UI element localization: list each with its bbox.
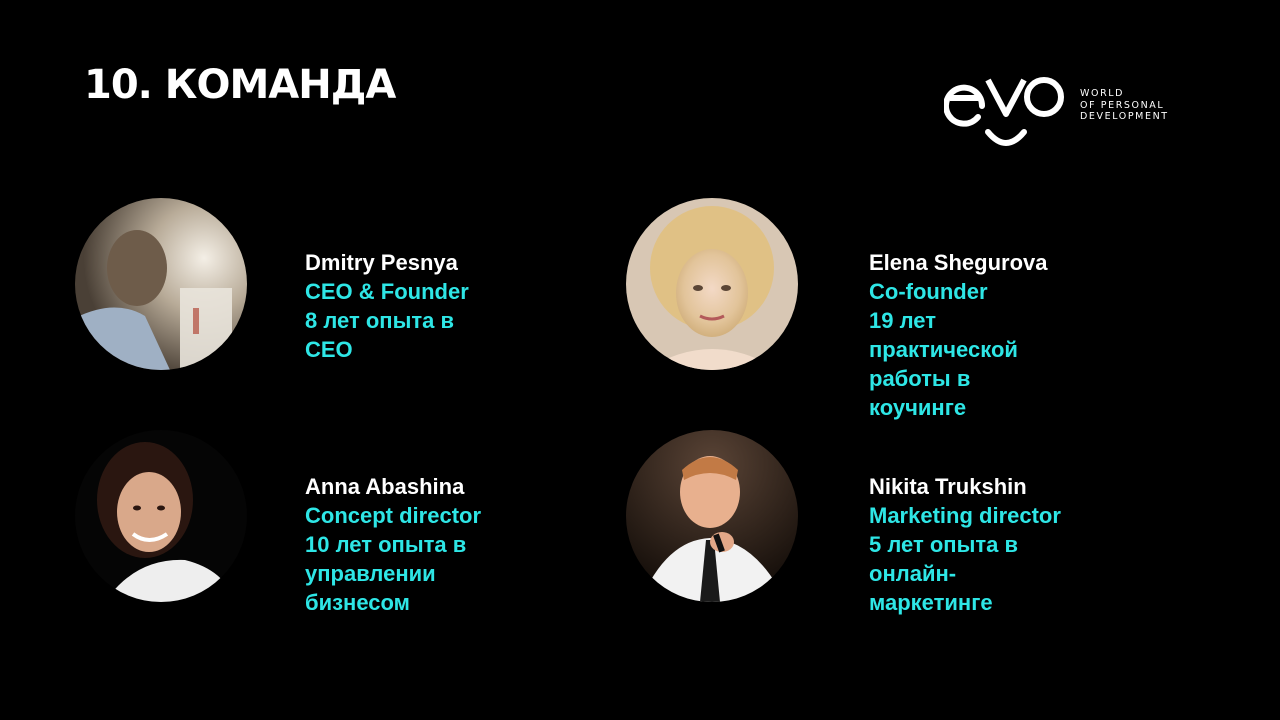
logo-tagline-line: OF PERSONAL (1080, 99, 1165, 111)
member-experience: 8 лет опыта в CEO (305, 308, 455, 362)
member-experience: 10 лет опыта в управлении бизнесом (305, 532, 467, 615)
member-name: Elena Shegurova (869, 250, 1048, 275)
slide: 10. КОМАНДА WORLD OF PERSONAL DEVELOPMEN… (0, 0, 1280, 720)
evo-logo: WORLD OF PERSONAL DEVELOPMENT (944, 70, 1184, 154)
member-info: Nikita Trukshin Marketing director 5 лет… (869, 472, 1061, 617)
member-role: CEO & Founder (305, 279, 469, 304)
person-photo-icon (626, 198, 798, 370)
page-title: 10. КОМАНДА (84, 62, 396, 108)
logo-tagline: WORLD OF PERSONAL DEVELOPMENT (1080, 88, 1169, 123)
member-role: Co-founder (869, 279, 988, 304)
member-role: Marketing director (869, 503, 1061, 528)
logo-tagline-line: WORLD (1080, 88, 1125, 99)
member-info: Anna Abashina Concept director 10 лет оп… (305, 472, 481, 617)
member-experience: 19 лет практической работы в коучинге (869, 308, 1018, 420)
member-info: Elena Shegurova Co-founder 19 лет практи… (869, 248, 1048, 422)
person-photo-icon (75, 430, 247, 602)
member-name: Dmitry Pesnya (305, 250, 458, 275)
member-name: Anna Abashina (305, 474, 465, 499)
member-experience: 5 лет опыта в онлайн- маркетинге (869, 532, 1019, 615)
person-photo-icon (75, 198, 247, 370)
member-role: Concept director (305, 503, 482, 528)
logo-tagline-line: DEVELOPMENT (1080, 111, 1169, 122)
member-name: Nikita Trukshin (869, 474, 1027, 499)
member-info: Dmitry Pesnya CEO & Founder 8 лет опыта … (305, 248, 469, 364)
person-photo-icon (626, 430, 798, 602)
evo-logo-icon (944, 77, 1064, 146)
